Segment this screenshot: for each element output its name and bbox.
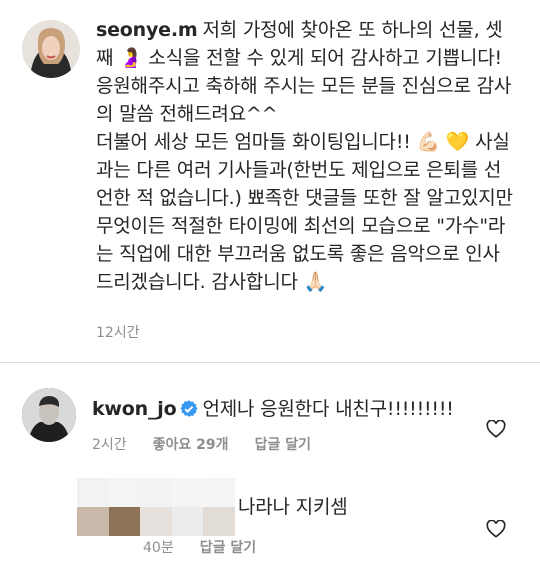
caption-text: seonye.m 저희 가정에 찾아온 또 하나의 선물, 셋째 🤰 소식을 전할…	[96, 16, 516, 296]
comment-text: 나라나 지키셈	[238, 496, 348, 518]
likes-count[interactable]: 좋아요 29개	[153, 434, 229, 454]
verified-badge-icon	[180, 399, 198, 425]
comment-body: kwon_jo 언제나 응원한다 내친구!!!!!!!!!	[92, 396, 454, 425]
post-timestamp: 12시간	[96, 325, 140, 341]
comment-row: kwon_jo 언제나 응원한다 내친구!!!!!!!!! 2시간 좋아요 29개…	[0, 380, 540, 470]
avatar[interactable]	[22, 20, 80, 78]
reply-button[interactable]: 답글 달기	[200, 537, 256, 557]
caption-body: 저희 가정에 찾아온 또 하나의 선물, 셋째 🤰 소식을 전할 수 있게 되어…	[96, 19, 513, 293]
avatar[interactable]	[22, 388, 76, 442]
divider	[0, 362, 540, 363]
comment-row: 나라나 지키셈 40분 답글 달기	[0, 478, 540, 577]
comment-username[interactable]: kwon_jo	[92, 398, 177, 420]
heart-outline-icon[interactable]	[486, 419, 506, 442]
heart-outline-icon[interactable]	[486, 519, 506, 542]
comment-meta: 40분 답글 달기	[143, 537, 256, 557]
comment-timestamp: 2시간	[92, 437, 127, 453]
comment-meta: 2시간 좋아요 29개 답글 달기	[92, 434, 311, 454]
post-username[interactable]: seonye.m	[96, 19, 198, 41]
blurred-username	[77, 478, 235, 536]
comment-timestamp: 40분	[143, 540, 174, 556]
comment-body: 나라나 지키셈	[238, 494, 348, 520]
comment-text: 언제나 응원한다 내친구!!!!!!!!!	[202, 398, 454, 420]
avatar-photo	[22, 20, 80, 78]
avatar-photo	[22, 388, 76, 442]
reply-button[interactable]: 답글 달기	[255, 434, 311, 454]
post-caption-block: seonye.m 저희 가정에 찾아온 또 하나의 선물, 셋째 🤰 소식을 전할…	[0, 0, 540, 362]
